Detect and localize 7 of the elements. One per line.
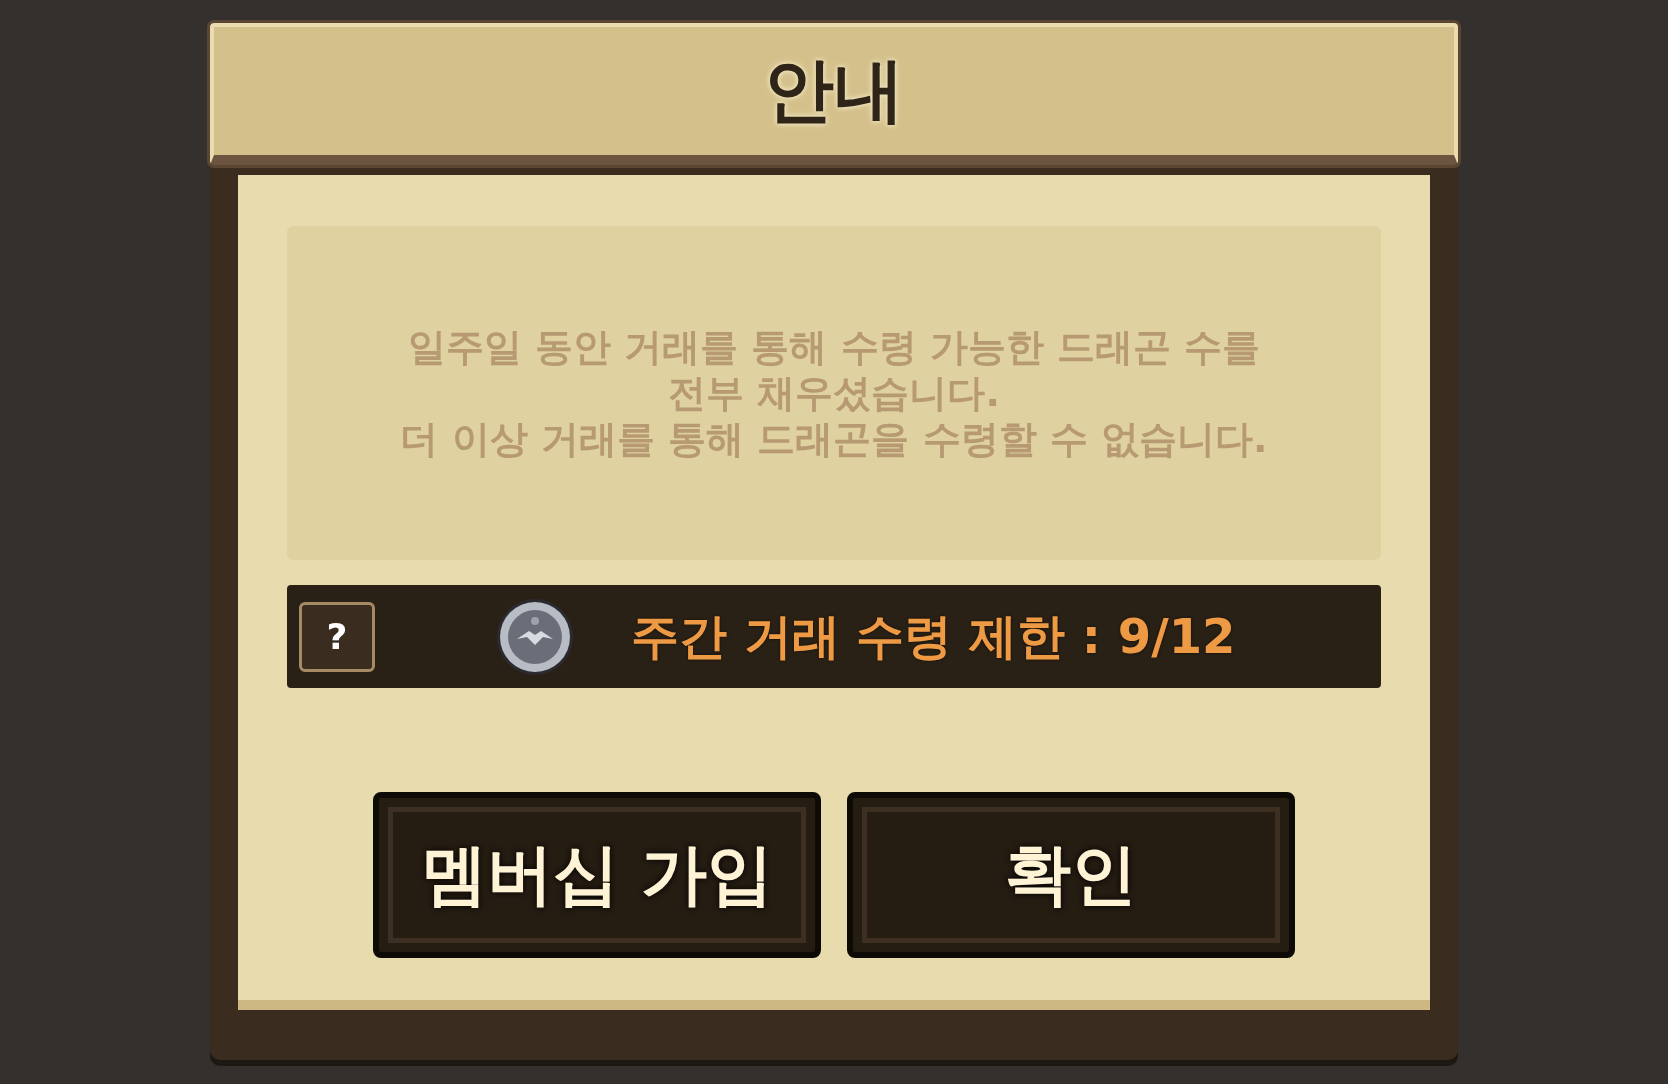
coin-icon: [495, 596, 575, 677]
action-button[interactable]: 확인: [847, 792, 1295, 958]
message-text: 일주일 동안 거래를 통해 수령 가능한 드래곤 수를 전부 채우셨습니다. 더 이상 거래를 통해 드래곤을 수령할 수 없습니다.: [400, 324, 1268, 462]
dialog-title: 안내: [764, 48, 904, 133]
help-button[interactable]: ?: [299, 601, 375, 672]
action-button[interactable]: 멤버십 가입: [373, 792, 821, 958]
limit-text: 주간 거래 수령 제한 : 9/12: [631, 606, 1236, 666]
